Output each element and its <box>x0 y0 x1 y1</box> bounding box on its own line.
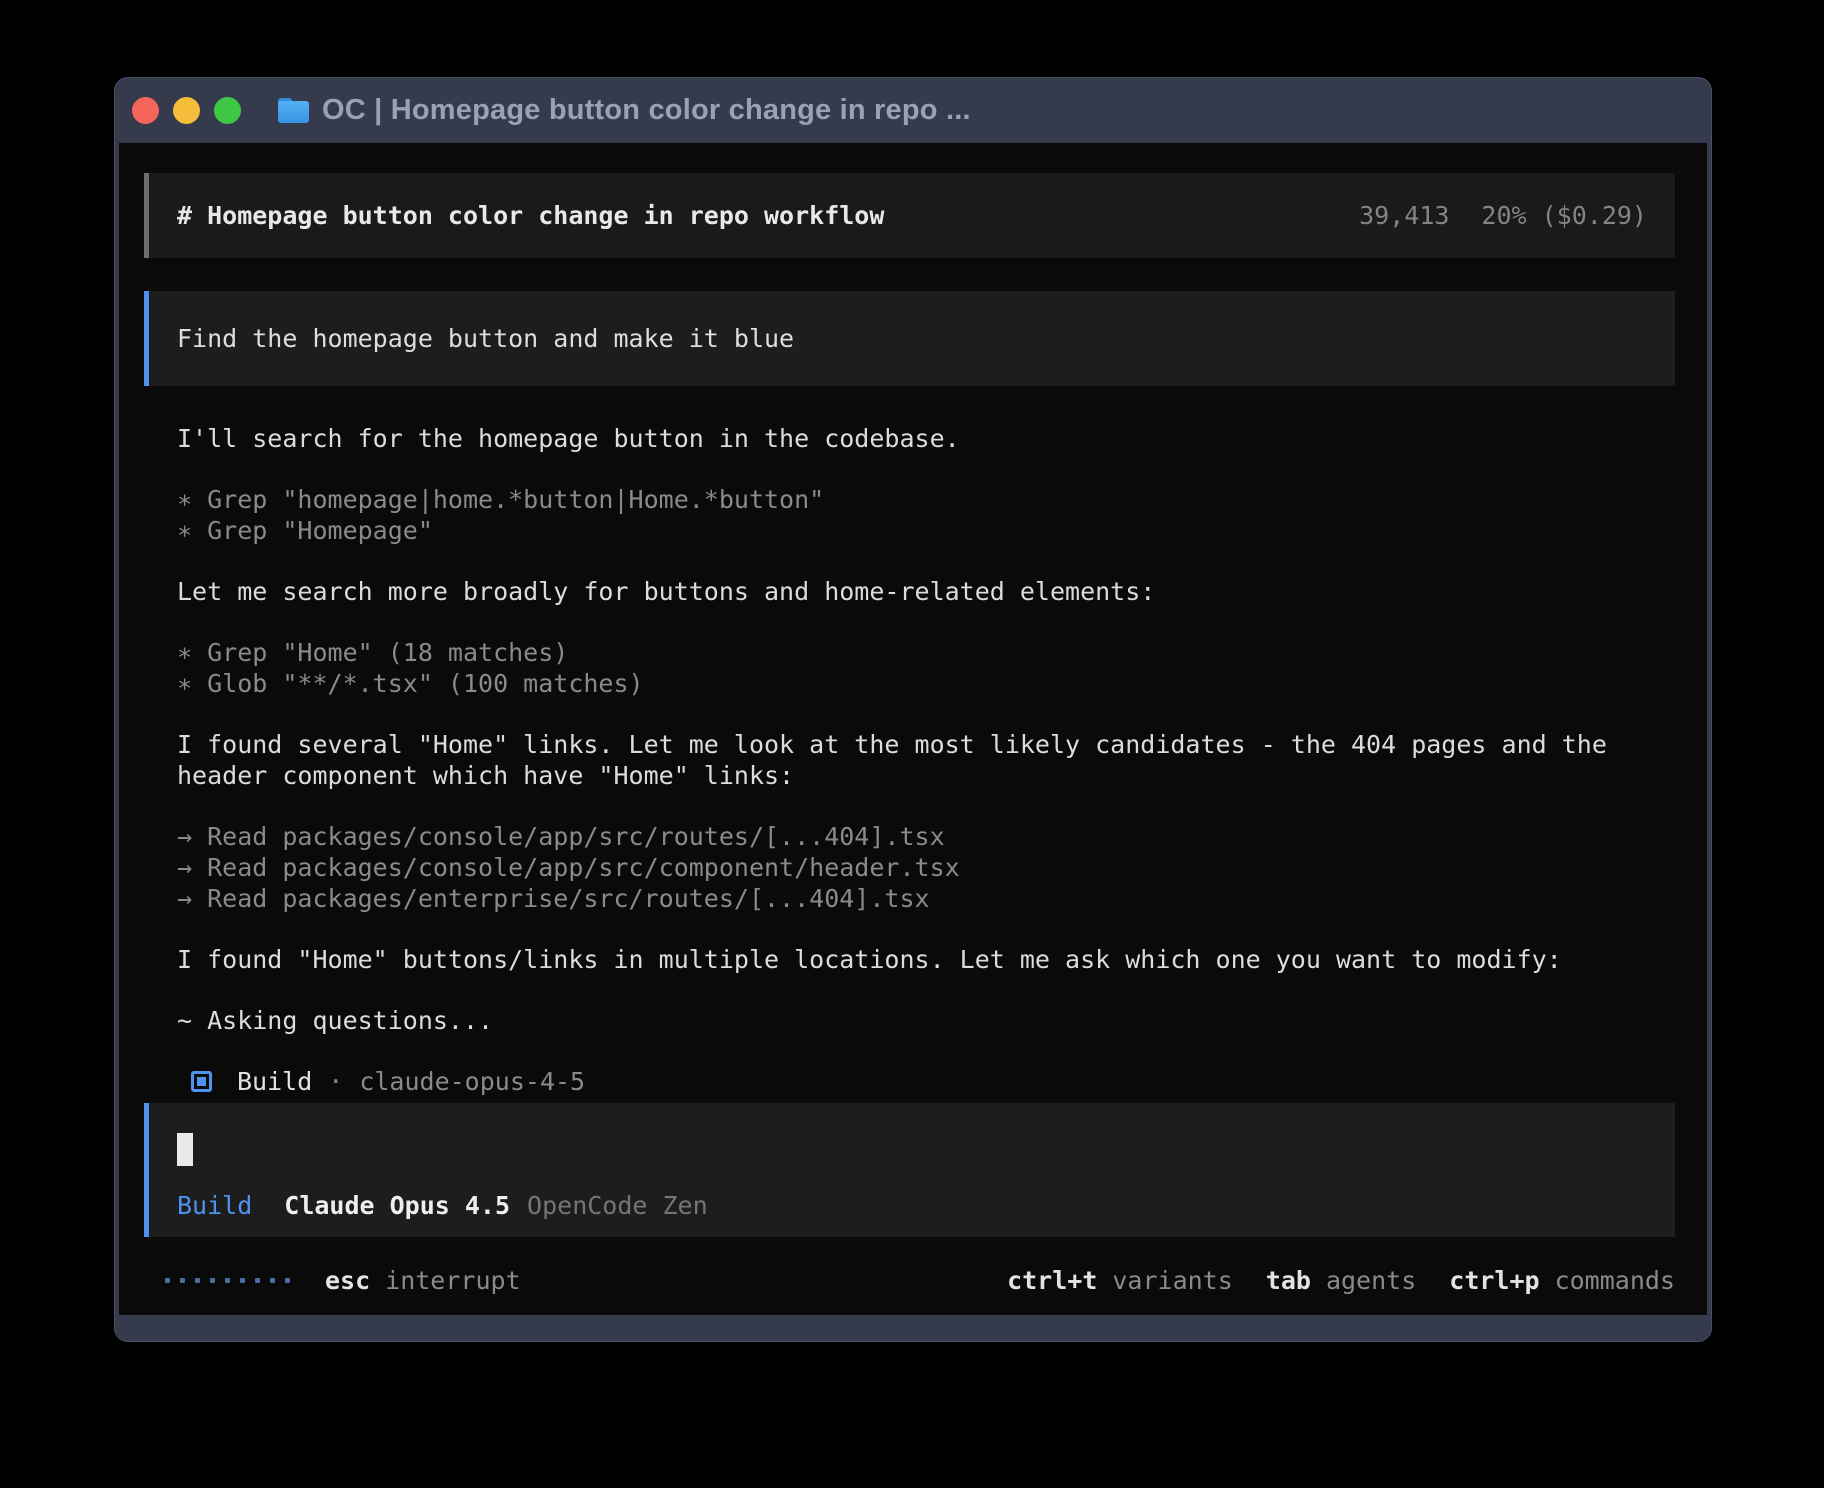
session-title: # Homepage button color change in repo w… <box>177 200 884 231</box>
hint-key: ctrl+p <box>1449 1265 1539 1296</box>
input-agent-name: Build <box>177 1190 252 1221</box>
spinner-dot <box>285 1278 290 1283</box>
spinner-dot <box>255 1278 260 1283</box>
status-hints: ctrl+t variants tab agents ctrl+p commands <box>1007 1265 1675 1296</box>
hint-label: agents <box>1326 1265 1416 1296</box>
close-button[interactable] <box>132 97 159 124</box>
agent-icon <box>191 1071 212 1092</box>
status-bar-left: esc interrupt <box>165 1265 521 1296</box>
spinner-dot <box>270 1278 275 1283</box>
assistant-text: Let me search more broadly for buttons a… <box>177 576 1682 607</box>
terminal-window: OC | Homepage button color change in rep… <box>114 77 1712 1342</box>
spinner-dot <box>240 1278 245 1283</box>
hint-label: commands <box>1555 1265 1675 1296</box>
keyboard-hint: tab agents <box>1266 1265 1416 1296</box>
user-message: Find the homepage button and make it blu… <box>144 291 1675 386</box>
tool-call-line: → Read packages/enterprise/src/routes/[.… <box>177 883 1682 914</box>
spinner-dot <box>165 1278 170 1283</box>
spinner <box>165 1278 290 1283</box>
tool-call-line: ∗ Glob "**/*.tsx" (100 matches) <box>177 668 1682 699</box>
spinner-dot <box>195 1278 200 1283</box>
assistant-text: I found several "Home" links. Let me loo… <box>177 729 1682 791</box>
keyboard-hint: ctrl+p commands <box>1449 1265 1675 1296</box>
session-stats: 39,413 20% ($0.29) <box>1359 200 1647 231</box>
zoom-button[interactable] <box>214 97 241 124</box>
task-agent-name: Build <box>237 1066 312 1097</box>
assistant-text: I'll search for the homepage button in t… <box>177 423 1682 454</box>
window-titlebar[interactable]: OC | Homepage button color change in rep… <box>115 78 1711 143</box>
tool-call-group: → Read packages/console/app/src/routes/[… <box>177 821 1682 914</box>
window-title: OC | Homepage button color change in rep… <box>322 94 971 127</box>
spinner-dot <box>180 1278 185 1283</box>
prompt-input[interactable]: Build Claude Opus 4.5 OpenCode Zen <box>144 1103 1675 1237</box>
tool-call-line: → Read packages/console/app/src/componen… <box>177 852 1682 883</box>
task-separator: · <box>328 1066 343 1097</box>
tool-call-group: ∗ Grep "Home" (18 matches)∗ Glob "**/*.t… <box>177 637 1682 699</box>
hint-key: tab <box>1266 1265 1311 1296</box>
task-model-name: claude-opus-4-5 <box>359 1066 585 1097</box>
folder-icon <box>278 98 309 123</box>
traffic-lights <box>132 97 241 124</box>
token-count: 39,413 <box>1359 200 1449 231</box>
transcript: I'll search for the homepage button in t… <box>177 423 1682 1036</box>
tool-call-group: ∗ Grep "homepage|home.*button|Home.*butt… <box>177 484 1682 546</box>
task-status-line: Build · claude-opus-4-5 <box>191 1066 1675 1097</box>
input-provider-name: OpenCode Zen <box>527 1190 708 1221</box>
tool-call-line: → Read packages/console/app/src/routes/[… <box>177 821 1682 852</box>
spinner-dot <box>225 1278 230 1283</box>
tool-call-line: ∗ Grep "homepage|home.*button|Home.*butt… <box>177 484 1682 515</box>
minimize-button[interactable] <box>173 97 200 124</box>
terminal-view: # Homepage button color change in repo w… <box>119 143 1707 1315</box>
esc-key: esc <box>325 1265 370 1296</box>
hint-key: ctrl+t <box>1007 1265 1097 1296</box>
keyboard-hint: ctrl+t variants <box>1007 1265 1233 1296</box>
assistant-text: ~ Asking questions... <box>177 1005 1682 1036</box>
tool-call-line: ∗ Grep "Homepage" <box>177 515 1682 546</box>
session-header: # Homepage button color change in repo w… <box>144 173 1675 258</box>
context-usage: 20% ($0.29) <box>1481 200 1647 231</box>
hint-label: variants <box>1112 1265 1232 1296</box>
text-cursor <box>177 1133 193 1166</box>
assistant-text: I found "Home" buttons/links in multiple… <box>177 944 1682 975</box>
tool-call-line: ∗ Grep "Home" (18 matches) <box>177 637 1682 668</box>
input-model-name: Claude Opus 4.5 <box>284 1190 510 1221</box>
user-message-text: Find the homepage button and make it blu… <box>177 324 794 353</box>
esc-label: interrupt <box>385 1265 520 1296</box>
spinner-dot <box>210 1278 215 1283</box>
status-bar: esc interrupt ctrl+tvariantstabagentsctr… <box>165 1265 1675 1296</box>
model-status-line: Build Claude Opus 4.5 OpenCode Zen <box>177 1190 1647 1221</box>
